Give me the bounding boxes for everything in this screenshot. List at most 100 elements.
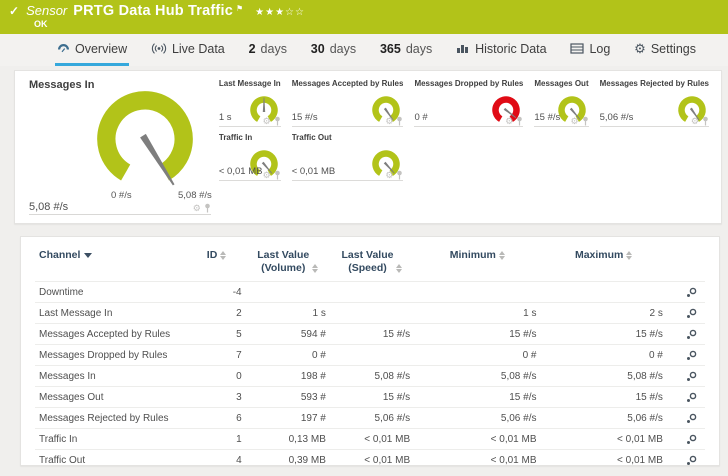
maximum-value: 5,08 #/s: [541, 366, 667, 387]
gauge-label: Messages Rejected by Rules: [600, 79, 709, 88]
gauge-traffic-in[interactable]: Traffic In < 0,01 MB ⚙: [219, 133, 281, 181]
channel-settings-icon[interactable]: [671, 308, 697, 319]
gauge-label: Messages Accepted by Rules: [292, 79, 404, 88]
main-gauge-messages-in[interactable]: Messages In 0 #/s 5,08 #/s 5,08 #/s ⚙: [15, 71, 217, 223]
gear-icon[interactable]: ⚙: [505, 117, 513, 126]
column-header-maximum[interactable]: Maximum: [541, 247, 667, 282]
tab-2-days[interactable]: 2 days: [247, 34, 289, 66]
channel-settings-icon[interactable]: [671, 413, 697, 424]
column-header-settings: [667, 247, 705, 282]
tab-30-days-unit: days: [330, 42, 356, 56]
channel-settings-icon[interactable]: [671, 329, 697, 340]
channel-settings-icon[interactable]: [671, 434, 697, 445]
tab-overview[interactable]: Overview: [55, 34, 129, 66]
tab-settings[interactable]: ⚙ Settings: [632, 34, 698, 66]
sort-arrows-icon: [499, 251, 505, 260]
tab-30-days[interactable]: 30 days: [309, 34, 358, 66]
sort-arrows-icon: [220, 251, 226, 260]
table-row: Messages Rejected by Rules 6 197 # 5,06 …: [35, 408, 705, 429]
pin-icon[interactable]: [274, 116, 281, 126]
column-header-id[interactable]: ID: [187, 247, 245, 282]
gauge-messages-rejected[interactable]: Messages Rejected by Rules 5,06 #/s ⚙: [600, 79, 709, 127]
gauge-messages-out[interactable]: Messages Out 15 #/s ⚙: [534, 79, 588, 127]
last-value-volume: 1 s: [246, 303, 330, 324]
gauge-traffic-out[interactable]: Traffic Out < 0,01 MB ⚙: [292, 133, 404, 181]
table-row: Messages Out 3 593 # 15 #/s 15 #/s 15 #/…: [35, 387, 705, 408]
tab-log-label: Log: [589, 42, 610, 56]
gauge-last-message-in[interactable]: Last Message In 1 s ⚙: [219, 79, 281, 127]
status-ok-check-icon: ✓: [9, 4, 19, 18]
tab-365-days[interactable]: 365 days: [378, 34, 434, 66]
pin-icon[interactable]: [702, 116, 709, 126]
last-value-volume: 594 #: [246, 324, 330, 345]
column-header-last-value-volume[interactable]: Last Value(Volume): [246, 247, 330, 282]
object-kind-label: Sensor: [26, 3, 67, 18]
channel-id: 0: [187, 366, 245, 387]
channel-id: 7: [187, 345, 245, 366]
last-value-speed: < 0,01 MB: [330, 429, 414, 450]
gear-icon[interactable]: ⚙: [571, 117, 579, 126]
gauge-messages-accepted[interactable]: Messages Accepted by Rules 15 #/s ⚙: [292, 79, 404, 127]
table-row: Last Message In 2 1 s 1 s 2 s: [35, 303, 705, 324]
gear-icon[interactable]: ⚙: [385, 117, 393, 126]
channel-id: 1: [187, 429, 245, 450]
sort-arrows-icon: [396, 264, 402, 273]
tab-historic-data[interactable]: Historic Data: [454, 34, 549, 66]
column-header-minimum[interactable]: Minimum: [414, 247, 540, 282]
gauge-value: 0 #: [414, 112, 427, 123]
last-value-speed: 5,08 #/s: [330, 366, 414, 387]
log-list-icon: [570, 43, 584, 54]
sort-caret-icon: [84, 253, 92, 258]
minimum-value: < 0,01 MB: [414, 429, 540, 450]
minimum-value: [414, 282, 540, 303]
pin-icon[interactable]: [396, 116, 403, 126]
pin-icon[interactable]: [274, 170, 281, 180]
channel-name: Traffic In: [35, 429, 187, 450]
main-gauge-dial: [87, 81, 203, 197]
tab-live-data[interactable]: Live Data: [149, 34, 227, 66]
gauge-messages-dropped[interactable]: Messages Dropped by Rules 0 # ⚙: [414, 79, 523, 127]
tab-365-days-number: 365: [380, 42, 401, 56]
gear-icon[interactable]: ⚙: [263, 117, 271, 126]
channel-id: 4: [187, 450, 245, 471]
column-header-channel[interactable]: Channel: [35, 247, 187, 282]
last-value-speed: [330, 345, 414, 366]
last-value-speed: 15 #/s: [330, 387, 414, 408]
stars-empty[interactable]: ☆☆: [285, 7, 305, 18]
channel-settings-icon[interactable]: [671, 287, 697, 298]
pin-icon[interactable]: [582, 116, 589, 126]
channel-id: 6: [187, 408, 245, 429]
pin-icon[interactable]: [204, 203, 211, 213]
tab-log[interactable]: Log: [568, 34, 612, 66]
pin-icon[interactable]: [396, 170, 403, 180]
channel-settings-icon[interactable]: [671, 455, 697, 466]
channel-settings-icon[interactable]: [671, 392, 697, 403]
gear-icon[interactable]: ⚙: [193, 204, 201, 213]
channel-id: 5: [187, 324, 245, 345]
gear-icon: ⚙: [634, 42, 646, 55]
priority-stars[interactable]: ★★★☆☆: [255, 7, 305, 18]
table-row: Downtime -4: [35, 282, 705, 303]
flag-icon[interactable]: ⚑: [236, 4, 243, 13]
table-row: Messages Dropped by Rules 7 0 # 0 # 0 #: [35, 345, 705, 366]
channel-settings-icon[interactable]: [671, 371, 697, 382]
gear-icon[interactable]: ⚙: [691, 117, 699, 126]
tab-2-days-number: 2: [249, 42, 256, 56]
minimum-value: 15 #/s: [414, 387, 540, 408]
gear-icon[interactable]: ⚙: [385, 171, 393, 180]
tab-settings-label: Settings: [651, 42, 696, 56]
gauge-label: Messages Out: [534, 79, 588, 88]
small-gauges-grid: Last Message In 1 s ⚙ Messages Accepted …: [217, 71, 721, 223]
channel-id: -4: [187, 282, 245, 303]
gear-icon[interactable]: ⚙: [263, 171, 271, 180]
column-header-last-value-speed[interactable]: Last Value(Speed): [330, 247, 414, 282]
last-value-speed: 15 #/s: [330, 324, 414, 345]
minimum-value: 5,08 #/s: [414, 366, 540, 387]
pin-icon[interactable]: [516, 116, 523, 126]
stars-filled[interactable]: ★★★: [255, 7, 285, 18]
channel-settings-icon[interactable]: [671, 350, 697, 361]
channel-id: 3: [187, 387, 245, 408]
gauge-value: 5,06 #/s: [600, 112, 634, 123]
gauge-label: Traffic In: [219, 133, 281, 142]
channel-name: Last Message In: [35, 303, 187, 324]
